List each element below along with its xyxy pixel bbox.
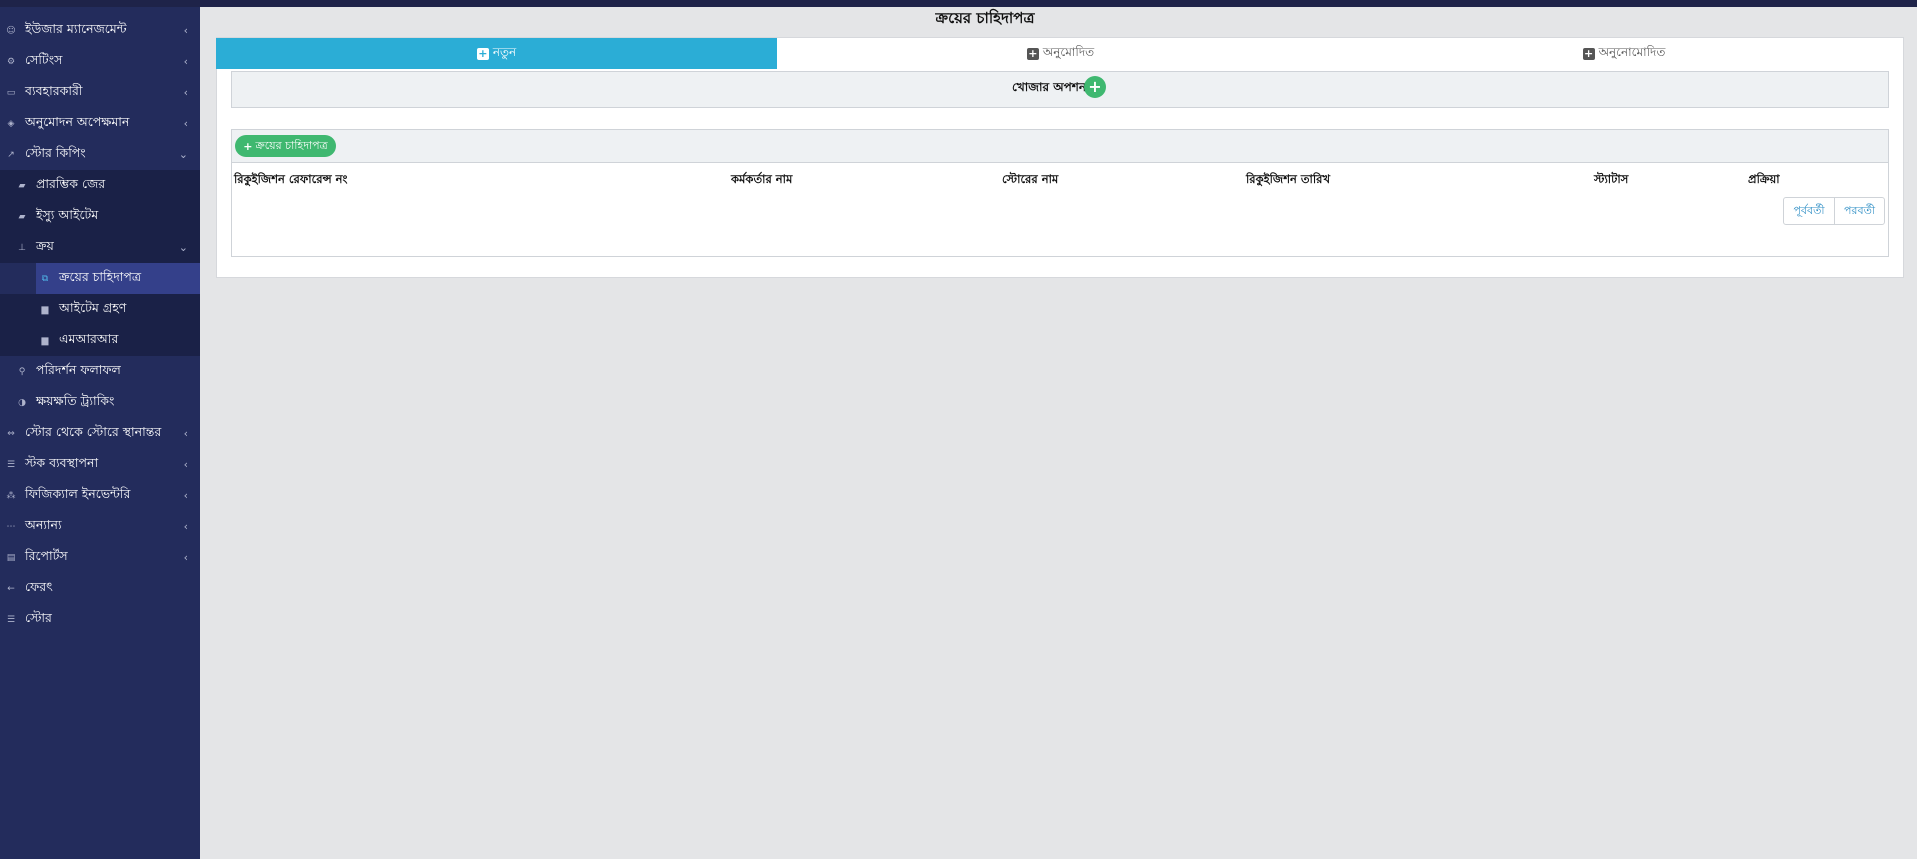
chevron-down-icon: ⌄ (178, 241, 188, 254)
sidebar-item-label: এমআরআর (59, 330, 119, 346)
box-icon: ◈ (7, 118, 15, 129)
sidebar-item-label: অন্যান্য (25, 516, 62, 532)
cart-icon: ▭ (6, 87, 16, 98)
sidebar-item-stock-management[interactable]: ☰ স্টক ব্যবস্থাপনা ‹ (0, 449, 200, 480)
sidebar-item-users[interactable]: ▭ ব্যবহারকারী ‹ (0, 77, 200, 108)
sidebar-item-label: রিপোর্টস (25, 547, 68, 563)
sidebar-item-purchase-requisition[interactable]: ⧉ ক্রয়ের চাহিদাপত্র (36, 263, 200, 294)
column-header-store-name[interactable]: স্টোরের নাম (1002, 171, 1058, 190)
chevron-down-icon: ⌄ (178, 148, 188, 161)
chevron-left-icon: ‹ (183, 117, 188, 130)
column-header-action[interactable]: প্রক্রিয়া (1748, 171, 1780, 190)
top-strip (0, 0, 1917, 7)
adjust-icon: ◑ (18, 397, 26, 408)
sidebar-item-user-management[interactable]: ☺ ইউজার ম্যানেজমেন্ট ‹ (0, 15, 200, 46)
cubes-icon: ⁂ (6, 490, 16, 501)
sliders-icon: ☰ (6, 459, 16, 470)
search-options-toggle-button[interactable]: + (1084, 76, 1106, 98)
sidebar-item-label: ক্রয় (36, 237, 54, 253)
sidebar-item-label: স্টক ব্যবস্থাপনা (25, 454, 99, 470)
ellipsis-icon: ⋯ (6, 521, 16, 532)
sidebar-item-label: ফেরৎ (25, 578, 53, 594)
sidebar-item-damage-tracking[interactable]: ◑ ক্ষয়ক্ষতি ট্র্যাকিং (0, 387, 200, 418)
sidebar-item-label: ইস্যু আইটেম (36, 206, 99, 222)
tab-label: অনুনোমোদিত (1598, 44, 1666, 59)
exchange-icon: ⇔ (7, 428, 15, 439)
object-group-icon: ⧉ (41, 273, 49, 284)
sidebar: ☺ ইউজার ম্যানেজমেন্ট ‹ ⚙ সেটিংস ‹ ▭ ব্যব… (0, 7, 200, 859)
column-header-requisition-ref[interactable]: রিকুইজিশন রেফারেন্স নং (234, 171, 347, 190)
sidebar-item-label: ফিজিক্যাল ইনভেন্টরি (25, 485, 131, 501)
tab-unapproved[interactable]: + অনুনোমোদিত (1344, 38, 1904, 69)
page-title: ক্রয়ের চাহিদাপত্র (935, 9, 1035, 27)
sidebar-item-reports[interactable]: ▤ রিপোর্টস ‹ (0, 542, 200, 573)
sidebar-item-settings[interactable]: ⚙ সেটিংস ‹ (0, 46, 200, 77)
sidebar-item-issue-item[interactable]: ▰ ইস্যু আইটেম (0, 201, 200, 232)
sidebar-item-purchase[interactable]: ⊥ ক্রয় ⌄ (0, 232, 200, 263)
sidebar-item-store-keeping[interactable]: ↗ স্টোর কিপিং ⌄ (0, 139, 200, 170)
sliders-icon: ☰ (6, 614, 16, 625)
sidebar-item-pending-approval[interactable]: ◈ অনুমোদন অপেক্ষমান ‹ (0, 108, 200, 139)
chevron-left-icon: ‹ (183, 24, 188, 37)
chevron-left-icon: ‹ (183, 427, 188, 440)
plus-square-icon: + (476, 46, 489, 60)
sidebar-item-receive-item[interactable]: ▆ আইটেম গ্রহণ (0, 294, 200, 325)
folder-icon: ▰ (18, 211, 26, 222)
briefcase-icon: ▆ (41, 335, 49, 346)
next-page-button[interactable]: পরবর্তী (1834, 197, 1885, 225)
column-header-requisition-date[interactable]: রিকুইজিশন তারিখ (1246, 171, 1330, 190)
tab-label: নতুন (492, 44, 517, 59)
tab-new[interactable]: + নতুন (216, 38, 777, 69)
sidebar-item-label: ইউজার ম্যানেজমেন্ট (25, 20, 127, 36)
sidebar-item-store[interactable]: ☰ স্টোর (0, 604, 200, 635)
plus-square-icon: + (1582, 46, 1595, 60)
sidebar-item-label: ব্যবহারকারী (25, 82, 83, 98)
sidebar-item-label: স্টোর কিপিং (25, 144, 86, 160)
chart-line-icon: ↗ (7, 149, 15, 160)
sidebar-item-label: স্টোর (25, 609, 52, 625)
chevron-left-icon: ‹ (183, 86, 188, 99)
sidebar-item-label: আইটেম গ্রহণ (59, 299, 127, 315)
tab-label: অনুমোদিত (1042, 44, 1095, 59)
sidebar-item-inspection-result[interactable]: ⚲ পরিদর্শন ফলাফল (0, 356, 200, 387)
sidebar-item-store-transfer[interactable]: ⇔ স্টোর থেকে স্টোরে স্থানান্তর ‹ (0, 418, 200, 449)
book-icon: ▤ (6, 552, 16, 563)
add-requisition-button[interactable]: + ক্রয়ের চাহিদাপত্র (235, 135, 336, 157)
chevron-left-icon: ‹ (183, 55, 188, 68)
user-icon: ☺ (6, 25, 16, 36)
arrow-left-icon: ← (7, 583, 15, 594)
column-header-officer-name[interactable]: কর্মকর্তার নাম (731, 171, 792, 190)
search-options-label: খোজার অপশন (1012, 80, 1087, 94)
sidebar-item-label: সেটিংস (25, 51, 63, 67)
plus-icon: + (243, 139, 253, 153)
sidebar-item-mrr[interactable]: ▆ এমআরআর (0, 325, 200, 356)
chevron-left-icon: ‹ (183, 520, 188, 533)
tab-approved[interactable]: + অনুমোদিত (777, 38, 1344, 69)
search-icon: ⚲ (18, 366, 26, 377)
sidebar-item-label: অনুমোদন অপেক্ষমান (25, 113, 130, 129)
sidebar-item-label: পরিদর্শন ফলাফল (36, 361, 121, 377)
chevron-left-icon: ‹ (183, 551, 188, 564)
chevron-left-icon: ‹ (183, 489, 188, 502)
column-header-status[interactable]: স্ট্যাটাস (1594, 171, 1628, 190)
table-toolbar (232, 130, 1888, 163)
sidebar-item-others[interactable]: ⋯ অন্যান্য ‹ (0, 511, 200, 542)
briefcase-icon: ▆ (41, 304, 49, 315)
plus-square-icon: + (1026, 46, 1039, 60)
gear-icon: ⚙ (6, 56, 16, 67)
sidebar-item-label: ক্ষয়ক্ষতি ট্র্যাকিং (36, 392, 115, 408)
sidebar-item-label: প্রারম্ভিক জের (36, 175, 106, 191)
add-requisition-label: ক্রয়ের চাহিদাপত্র (255, 138, 328, 152)
sidebar-item-label: ক্রয়ের চাহিদাপত্র (59, 268, 142, 284)
sidebar-item-opening-balance[interactable]: ▰ প্রারম্ভিক জের (0, 170, 200, 201)
previous-page-button[interactable]: পূর্ববর্তী (1783, 197, 1835, 225)
sidebar-item-label: স্টোর থেকে স্টোরে স্থানান্তর (25, 423, 162, 439)
sidebar-item-return[interactable]: ← ফেরৎ (0, 573, 200, 604)
sidebar-item-physical-inventory[interactable]: ⁂ ফিজিক্যাল ইনভেন্টরি ‹ (0, 480, 200, 511)
sitemap-icon: ⊥ (18, 242, 26, 253)
folder-icon: ▰ (18, 180, 26, 191)
chevron-left-icon: ‹ (183, 458, 188, 471)
